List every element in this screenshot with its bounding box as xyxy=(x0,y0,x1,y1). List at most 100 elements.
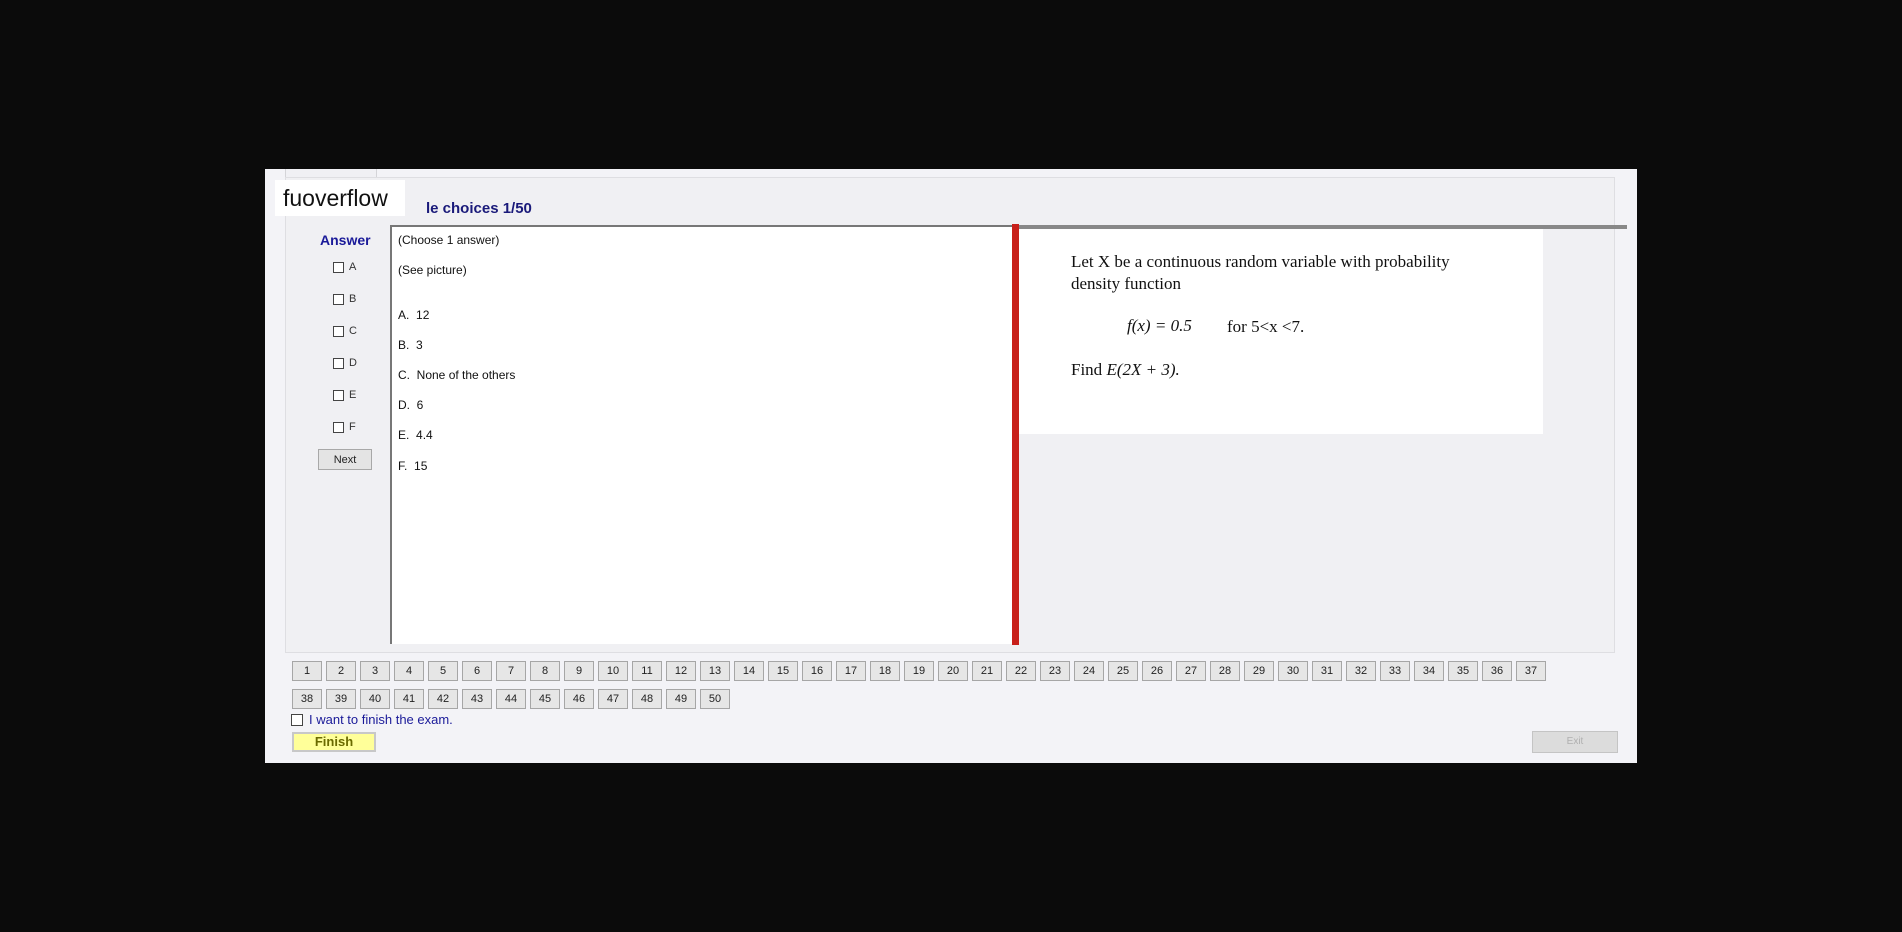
option-label-f: F xyxy=(349,421,356,433)
finish-button[interactable]: Finish xyxy=(292,732,376,752)
exam-window: le choices 1/50 Answer A B C D E F Next xyxy=(265,169,1637,763)
choice-letter: F. xyxy=(398,459,408,473)
answer-option-e[interactable]: E xyxy=(333,389,356,401)
question-number-button[interactable]: 35 xyxy=(1448,661,1478,681)
question-number-button[interactable]: 7 xyxy=(496,661,526,681)
question-number-button[interactable]: 13 xyxy=(700,661,730,681)
choice-e: E. 4.4 xyxy=(398,428,433,442)
question-number-button[interactable]: 16 xyxy=(802,661,832,681)
picture-formula: f(x) = 0.5 xyxy=(1127,316,1192,335)
choice-d: D. 6 xyxy=(398,398,423,412)
question-number-button[interactable]: 32 xyxy=(1346,661,1376,681)
instruction-text: (Choose 1 answer) xyxy=(398,233,500,247)
question-number-button[interactable]: 39 xyxy=(326,689,356,709)
question-number-button[interactable]: 17 xyxy=(836,661,866,681)
question-number-button[interactable]: 43 xyxy=(462,689,492,709)
picture-line-1: Let X be a continuous random variable wi… xyxy=(1071,252,1450,271)
question-number-button[interactable]: 25 xyxy=(1108,661,1138,681)
see-picture-text: (See picture) xyxy=(398,263,467,277)
question-number-button[interactable]: 50 xyxy=(700,689,730,709)
next-button[interactable]: Next xyxy=(318,449,372,470)
choice-text: 3 xyxy=(416,338,423,352)
question-number-button[interactable]: 11 xyxy=(632,661,662,681)
question-number-button[interactable]: 33 xyxy=(1380,661,1410,681)
question-number-button[interactable]: 9 xyxy=(564,661,594,681)
answer-label: Answer xyxy=(320,232,371,248)
question-number-button[interactable]: 19 xyxy=(904,661,934,681)
question-number-button[interactable]: 15 xyxy=(768,661,798,681)
checkbox-d[interactable] xyxy=(333,357,344,369)
watermark-logo: fuoverflow xyxy=(275,180,405,216)
question-number-button[interactable]: 31 xyxy=(1312,661,1342,681)
question-number-button[interactable]: 20 xyxy=(938,661,968,681)
question-number-button[interactable]: 21 xyxy=(972,661,1002,681)
finish-checkbox[interactable] xyxy=(291,713,303,726)
finish-checkbox-label: I want to finish the exam. xyxy=(309,712,453,727)
choice-letter: D. xyxy=(398,398,410,412)
question-number-button[interactable]: 23 xyxy=(1040,661,1070,681)
question-number-button[interactable]: 41 xyxy=(394,689,424,709)
question-number-button[interactable]: 40 xyxy=(360,689,390,709)
question-number-button[interactable]: 12 xyxy=(666,661,696,681)
question-number-button[interactable]: 48 xyxy=(632,689,662,709)
checkbox-b[interactable] xyxy=(333,293,344,305)
question-number-button[interactable]: 46 xyxy=(564,689,594,709)
finish-checkbox-row[interactable]: I want to finish the exam. xyxy=(291,712,453,727)
question-number-button[interactable]: 5 xyxy=(428,661,458,681)
checkbox-f[interactable] xyxy=(333,421,344,433)
answer-option-b[interactable]: B xyxy=(333,293,356,305)
answer-option-c[interactable]: C xyxy=(333,325,357,337)
answer-option-f[interactable]: F xyxy=(333,421,356,433)
question-number-button[interactable]: 28 xyxy=(1210,661,1240,681)
question-number-button[interactable]: 44 xyxy=(496,689,526,709)
find-expression: E(2X + 3). xyxy=(1106,360,1180,379)
question-number-button[interactable]: 6 xyxy=(462,661,492,681)
question-number-button[interactable]: 30 xyxy=(1278,661,1308,681)
find-prefix: Find xyxy=(1071,360,1103,379)
question-number-button[interactable]: 42 xyxy=(428,689,458,709)
question-number-button[interactable]: 47 xyxy=(598,689,628,709)
question-number-button[interactable]: 26 xyxy=(1142,661,1172,681)
answer-option-d[interactable]: D xyxy=(333,357,357,369)
question-number-button[interactable]: 22 xyxy=(1006,661,1036,681)
question-group: le choices 1/50 Answer A B C D E F Next xyxy=(285,177,1627,653)
checkbox-e[interactable] xyxy=(333,389,344,401)
question-number-button[interactable]: 4 xyxy=(394,661,424,681)
question-textbox[interactable]: (Choose 1 answer) (See picture) A. 12 B.… xyxy=(390,225,1017,644)
answer-option-a[interactable]: A xyxy=(333,261,356,273)
picture-find: Find E(2X + 3). xyxy=(1071,359,1180,381)
question-number-button[interactable]: 45 xyxy=(530,689,560,709)
option-label-d: D xyxy=(349,357,357,369)
option-label-e: E xyxy=(349,389,357,401)
question-number-button[interactable]: 18 xyxy=(870,661,900,681)
checkbox-c[interactable] xyxy=(333,325,344,337)
question-number-button[interactable]: 1 xyxy=(292,661,322,681)
checkbox-a[interactable] xyxy=(333,261,344,273)
question-number-button[interactable]: 3 xyxy=(360,661,390,681)
question-number-button[interactable]: 27 xyxy=(1176,661,1206,681)
question-number-button[interactable]: 2 xyxy=(326,661,356,681)
choice-text: 12 xyxy=(416,308,430,322)
splitter-divider[interactable] xyxy=(1012,224,1019,645)
choice-letter: C. xyxy=(398,368,410,382)
question-number-button[interactable]: 36 xyxy=(1482,661,1512,681)
question-number-button[interactable]: 10 xyxy=(598,661,628,681)
question-number-button[interactable]: 37 xyxy=(1516,661,1546,681)
choice-letter: A. xyxy=(398,308,410,322)
exit-button[interactable]: Exit xyxy=(1532,731,1618,753)
choice-text: None of the others xyxy=(416,368,516,382)
question-number-button[interactable]: 38 xyxy=(292,689,322,709)
option-label-c: C xyxy=(349,325,357,337)
question-number-button[interactable]: 8 xyxy=(530,661,560,681)
choice-text: 4.4 xyxy=(416,428,433,442)
choice-text: 15 xyxy=(414,459,428,473)
question-number-button[interactable]: 24 xyxy=(1074,661,1104,681)
choice-f: F. 15 xyxy=(398,459,427,473)
question-number-button[interactable]: 29 xyxy=(1244,661,1274,681)
question-number-button[interactable]: 34 xyxy=(1414,661,1444,681)
option-label-a: A xyxy=(349,261,357,273)
choice-b: B. 3 xyxy=(398,338,423,352)
question-number-button[interactable]: 14 xyxy=(734,661,764,681)
choice-letter: E. xyxy=(398,428,410,442)
question-number-button[interactable]: 49 xyxy=(666,689,696,709)
